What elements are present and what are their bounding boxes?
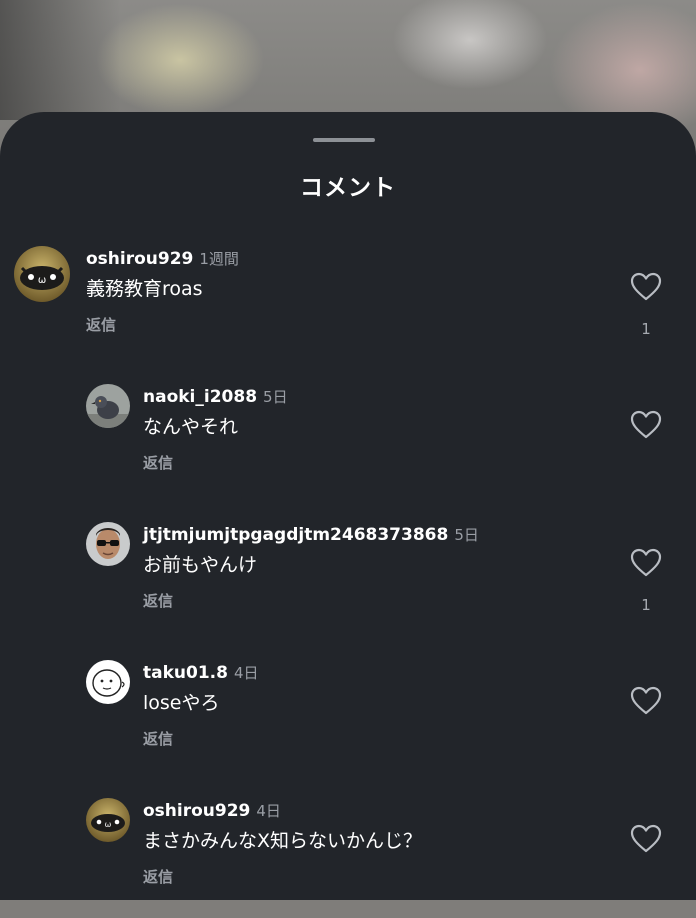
- username[interactable]: taku01.8: [143, 663, 228, 683]
- comment-item: ω oshirou929 1週間 義務教育roas 返信 1: [0, 236, 696, 366]
- comment-text: loseやろ: [143, 692, 220, 714]
- comment-item: taku01.8 4日 loseやろ 返信: [0, 650, 696, 780]
- heart-outline-icon[interactable]: [630, 410, 662, 440]
- timestamp: 5日: [454, 526, 479, 544]
- background-video-shade: [0, 0, 120, 120]
- comment-text: なんやそれ: [143, 416, 239, 438]
- pigeon-avatar-icon: [86, 384, 130, 428]
- comment-meta: jtjtmjumjtpgagdjtm2468373868 5日: [143, 524, 479, 545]
- comment-meta: naoki_i2088 5日: [143, 386, 288, 407]
- avatar[interactable]: [86, 384, 130, 428]
- comment-text: まさかみんなX知らないかんじ？: [143, 830, 423, 852]
- username[interactable]: oshirou929: [86, 249, 193, 269]
- username[interactable]: naoki_i2088: [143, 387, 257, 407]
- comment-sheet: コメント ω oshirou929 1週間 義務教育roas 返信 1 naok…: [0, 112, 696, 900]
- heart-outline-icon[interactable]: [630, 548, 662, 578]
- cat-face-avatar-icon: ω: [86, 798, 130, 842]
- svg-text:ω: ω: [38, 275, 46, 286]
- person-sunglasses-avatar-icon: [86, 522, 130, 566]
- timestamp: 4日: [233, 664, 259, 682]
- like-count: 1: [641, 596, 651, 614]
- comment-meta: oshirou929 4日: [143, 800, 281, 821]
- heart-outline-icon[interactable]: [630, 686, 662, 716]
- username[interactable]: oshirou929: [143, 801, 250, 821]
- heart-outline-icon[interactable]: [630, 824, 662, 854]
- timestamp: 4日: [256, 802, 281, 820]
- comment-item: naoki_i2088 5日 なんやそれ 返信: [0, 374, 696, 504]
- heart-outline-icon[interactable]: [630, 272, 662, 302]
- cat-face-avatar-icon: ω: [14, 246, 70, 302]
- timestamp: 5日: [263, 388, 288, 406]
- reply-button[interactable]: 返信: [143, 866, 173, 887]
- comment-meta: taku01.8 4日: [143, 662, 259, 683]
- sheet-title: コメント: [300, 175, 396, 201]
- comment-text: 義務教育roas: [86, 278, 203, 300]
- username[interactable]: jtjtmjumjtpgagdjtm2468373868: [143, 525, 448, 545]
- reply-button[interactable]: 返信: [143, 590, 173, 611]
- timestamp: 1週間: [199, 250, 239, 268]
- doodle-face-avatar-icon: [86, 660, 130, 704]
- comment-item: ω oshirou929 4日 まさかみんなX知らないかんじ？ 返信: [0, 788, 696, 918]
- comment-text: お前もやんけ: [143, 554, 258, 576]
- avatar[interactable]: [86, 522, 130, 566]
- reply-button[interactable]: 返信: [143, 728, 173, 749]
- reply-button[interactable]: 返信: [86, 314, 116, 335]
- comment-meta: oshirou929 1週間: [86, 248, 239, 269]
- svg-text:ω: ω: [105, 820, 112, 829]
- reply-button[interactable]: 返信: [143, 452, 173, 473]
- avatar[interactable]: ω: [86, 798, 130, 842]
- like-count: 1: [641, 320, 651, 338]
- drag-handle[interactable]: [313, 138, 375, 142]
- avatar[interactable]: [86, 660, 130, 704]
- comment-item: jtjtmjumjtpgagdjtm2468373868 5日 お前もやんけ 返信…: [0, 512, 696, 642]
- avatar[interactable]: ω: [14, 246, 70, 302]
